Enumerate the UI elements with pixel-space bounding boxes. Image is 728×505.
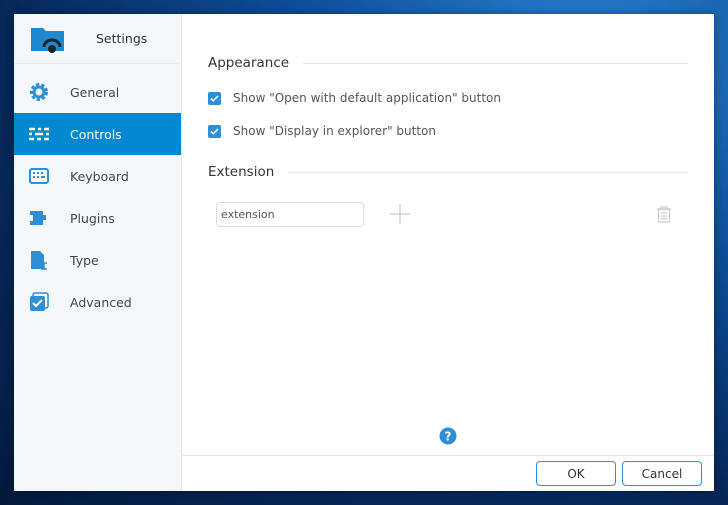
cancel-button[interactable]: Cancel [622, 461, 702, 486]
app-header: Settings [14, 14, 181, 64]
sidebar-item-label: Plugins [70, 210, 115, 226]
keyboard-icon [28, 165, 50, 187]
sidebar-item-plugins[interactable]: Plugins [14, 197, 181, 239]
add-extension-icon[interactable] [390, 204, 410, 228]
app-title: Settings [96, 31, 148, 46]
section-title: Extension [208, 164, 275, 180]
option-display-explorer[interactable]: Show "Display in explorer" button [208, 124, 714, 138]
sidebar: Settings General Controls Keyboard Plugi… [14, 14, 182, 491]
appearance-section-header: Appearance [208, 55, 688, 71]
sidebar-item-label: General [70, 84, 120, 100]
sidebar-item-label: Keyboard [70, 168, 129, 184]
gear-icon [28, 81, 50, 103]
divider [288, 171, 688, 173]
svg-text:?: ? [445, 430, 452, 444]
sidebar-item-keyboard[interactable]: Keyboard [14, 155, 181, 197]
sidebar-item-controls[interactable]: Controls [14, 113, 181, 155]
divider [303, 62, 688, 64]
app-logo-icon [30, 25, 66, 53]
option-label: Show "Display in explorer" button [233, 124, 436, 138]
checkbox-stack-icon [28, 291, 50, 313]
checkbox-checked[interactable] [208, 91, 221, 105]
puzzle-icon [28, 207, 50, 229]
sidebar-item-general[interactable]: General [14, 71, 181, 113]
sidebar-item-label: Advanced [70, 294, 132, 310]
option-open-default-app[interactable]: Show "Open with default application" but… [208, 91, 714, 105]
extension-input[interactable] [216, 202, 364, 227]
dialog-footer: OK Cancel [182, 455, 714, 491]
option-label: Show "Open with default application" but… [233, 91, 501, 105]
extension-section-header: Extension [208, 164, 688, 180]
settings-window: Settings General Controls Keyboard Plugi… [14, 14, 714, 491]
trash-icon[interactable] [656, 206, 672, 227]
help-icon[interactable]: ? [439, 427, 457, 449]
sidebar-item-label: Type [70, 252, 99, 268]
section-title: Appearance [208, 55, 290, 71]
sidebar-item-type[interactable]: Type [14, 239, 181, 281]
ok-button[interactable]: OK [536, 461, 616, 486]
file-type-icon [28, 249, 50, 271]
sidebar-item-label: Controls [70, 126, 122, 142]
sliders-icon [28, 123, 50, 145]
content-panel: Appearance Show "Open with default appli… [182, 14, 714, 455]
checkbox-checked[interactable] [208, 124, 221, 138]
sidebar-item-advanced[interactable]: Advanced [14, 281, 181, 323]
